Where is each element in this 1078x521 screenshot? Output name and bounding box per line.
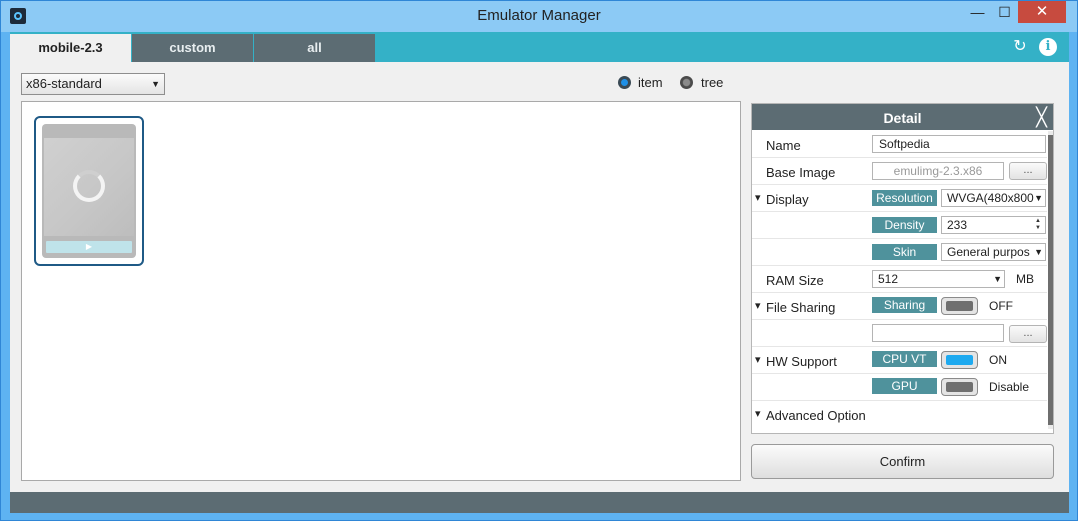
refresh-icon[interactable]: ↻ xyxy=(1011,38,1029,56)
title-bar[interactable]: Emulator Manager — ☐ ✕ xyxy=(1,1,1077,32)
detail-rows: Name Softpedia Base Image emulimg-2.3.x8… xyxy=(752,131,1047,434)
row-name: Name Softpedia xyxy=(752,131,1047,158)
tab-custom[interactable]: custom xyxy=(132,34,253,62)
sharing-path-browse-button[interactable]: ... xyxy=(1009,325,1047,343)
spinner-arrows-icon[interactable]: ▲ ▼ xyxy=(1032,218,1044,232)
view-tree-radio[interactable] xyxy=(680,76,693,89)
chevron-down-icon: ▼ xyxy=(993,271,1002,287)
minimize-button[interactable]: — xyxy=(964,1,991,23)
density-stepper[interactable]: 233 ▲ ▼ xyxy=(941,216,1046,234)
display-section-label[interactable]: Display xyxy=(755,191,809,207)
info-icon[interactable]: i xyxy=(1039,38,1057,56)
platform-select-value: x86-standard xyxy=(26,76,102,91)
resolution-value: WVGA(480x800 xyxy=(947,191,1034,205)
row-base-image: Base Image emulimg-2.3.x86 ... xyxy=(752,158,1047,185)
base-image-browse-button[interactable]: ... xyxy=(1009,162,1047,180)
play-icon: ▶ xyxy=(85,242,93,251)
resolution-select[interactable]: WVGA(480x800 ▼ xyxy=(941,189,1046,207)
detail-panel: Detail ╳ Name Softpedia Base Image emuli… xyxy=(751,103,1054,434)
chevron-down-icon: ▼ xyxy=(1034,244,1043,260)
device-screen xyxy=(44,138,134,236)
file-sharing-section-label[interactable]: File Sharing xyxy=(755,299,835,315)
window-title: Emulator Manager xyxy=(477,7,601,24)
detail-close-icon[interactable]: ╳ xyxy=(1036,106,1047,128)
skin-pill: Skin xyxy=(872,244,937,260)
emulator-card[interactable]: ▶ xyxy=(34,116,144,266)
row-resolution: Display Resolution WVGA(480x800 ▼ xyxy=(752,185,1047,212)
row-density: Density 233 ▲ ▼ xyxy=(752,212,1047,239)
ram-unit: MB xyxy=(1016,272,1034,286)
tab-mobile-2-3[interactable]: mobile-2.3 xyxy=(10,34,131,63)
loading-spinner-icon xyxy=(73,170,105,202)
hw-support-section-label[interactable]: HW Support xyxy=(755,353,837,369)
view-item-radio[interactable] xyxy=(618,76,631,89)
density-pill: Density xyxy=(872,217,937,233)
platform-select[interactable]: x86-standard ▼ xyxy=(21,73,165,95)
density-value: 233 xyxy=(947,218,968,232)
row-sharing: File Sharing Sharing OFF xyxy=(752,293,1047,320)
device-thumbnail: ▶ xyxy=(42,124,136,258)
gpu-toggle[interactable] xyxy=(941,378,978,396)
name-input[interactable]: Softpedia xyxy=(872,135,1046,153)
row-advanced: Advanced Option xyxy=(752,401,1047,428)
advanced-option-label[interactable]: Advanced Option xyxy=(755,407,866,423)
sharing-path-input[interactable] xyxy=(872,324,1004,342)
chevron-down-icon: ▼ xyxy=(1034,190,1043,206)
scrollbar-thumb[interactable] xyxy=(1048,135,1053,425)
cpu-vt-state: ON xyxy=(989,353,1007,367)
ram-size-label: RAM Size xyxy=(766,273,824,288)
tab-strip: mobile-2.3 custom all ↻ i xyxy=(10,32,1069,63)
name-label: Name xyxy=(766,138,801,153)
launch-button[interactable]: ▶ xyxy=(46,241,132,253)
cpu-vt-pill: CPU VT xyxy=(872,351,937,367)
close-button[interactable]: ✕ xyxy=(1018,1,1066,23)
sharing-pill: Sharing xyxy=(872,297,937,313)
view-tree-label: tree xyxy=(701,75,724,90)
base-image-field: emulimg-2.3.x86 xyxy=(872,162,1004,180)
tab-all[interactable]: all xyxy=(254,34,375,62)
cpu-vt-toggle[interactable] xyxy=(941,351,978,369)
detail-header: Detail ╳ xyxy=(752,104,1053,130)
confirm-button[interactable]: Confirm xyxy=(751,444,1054,479)
skin-value: General purpos xyxy=(947,245,1030,259)
base-image-label: Base Image xyxy=(766,165,836,180)
detail-scrollbar[interactable] xyxy=(1048,131,1053,429)
emulator-manager-window: Emulator Manager — ☐ ✕ mobile-2.3 custom… xyxy=(0,0,1078,521)
client-area: mobile-2.3 custom all ↻ i x86-standard ▼… xyxy=(10,32,1069,513)
row-sharing-path: ... xyxy=(752,320,1047,347)
ram-size-select[interactable]: 512 ▼ xyxy=(872,270,1005,288)
maximize-button[interactable]: ☐ xyxy=(991,1,1018,23)
ram-size-value: 512 xyxy=(878,272,899,286)
status-bar xyxy=(10,492,1069,513)
row-cpu-vt: HW Support CPU VT ON xyxy=(752,347,1047,374)
sharing-toggle[interactable] xyxy=(941,297,978,315)
row-skin: Skin General purpos ▼ xyxy=(752,239,1047,266)
gpu-state: Disable xyxy=(989,380,1030,394)
row-ram: RAM Size 512 ▼ MB xyxy=(752,266,1047,293)
resolution-pill: Resolution xyxy=(872,190,937,206)
chevron-down-icon: ▼ xyxy=(151,79,160,89)
emulator-list: ▶ xyxy=(21,101,741,481)
view-item-label: item xyxy=(638,75,663,90)
gpu-pill: GPU xyxy=(872,378,937,394)
sharing-state: OFF xyxy=(989,299,1013,313)
skin-select[interactable]: General purpos ▼ xyxy=(941,243,1046,261)
row-gpu: GPU Disable xyxy=(752,374,1047,401)
detail-title: Detail xyxy=(883,110,922,126)
